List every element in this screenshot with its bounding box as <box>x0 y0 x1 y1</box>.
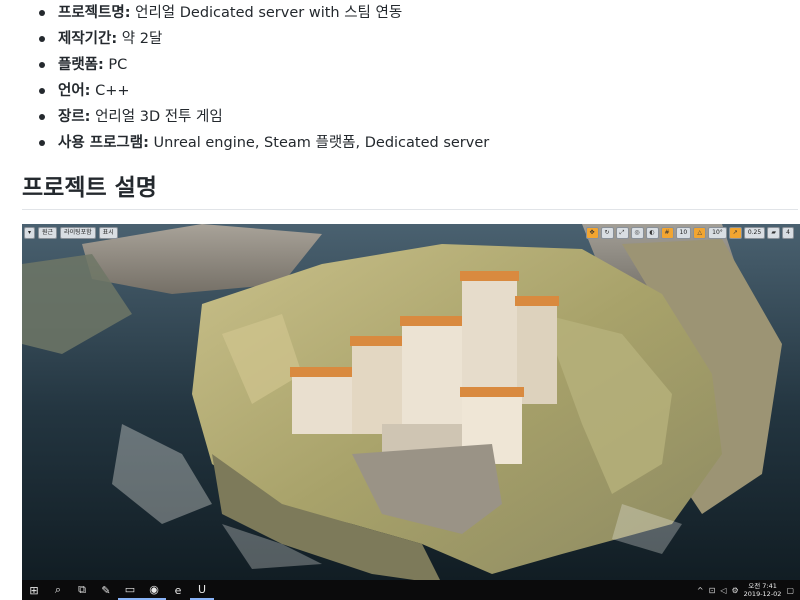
chrome-icon[interactable]: ◉ <box>142 580 166 600</box>
lighting-mode-button[interactable]: 라이팅포함 <box>60 227 96 239</box>
unreal-editor-screenshot: ▾ 원근 라이팅포함 표시 ✥ ↻ ⤢ ◎ ◐ # 10 △ 10° ↗ 0.2… <box>22 224 800 600</box>
viewport-toolbar-right: ✥ ↻ ⤢ ◎ ◐ # 10 △ 10° ↗ 0.25 ▰ 4 <box>585 227 794 239</box>
file-explorer-icon[interactable]: ▭ <box>118 580 142 600</box>
network-icon[interactable]: ⊡ <box>709 586 716 595</box>
start-icon[interactable]: ⊞ <box>22 580 46 600</box>
viewport-menu-button[interactable]: ▾ <box>24 227 36 239</box>
list-item: 장르: 언리얼 3D 전투 게임 <box>39 104 223 130</box>
item-label: 장르: <box>58 109 91 125</box>
item-value: PC <box>103 57 128 73</box>
item-value: Unreal engine, Steam 플랫폼, Dedicated serv… <box>148 135 490 151</box>
edge-icon[interactable]: e <box>166 580 190 600</box>
list-item: 제작기간: 약 2달 <box>38 26 163 52</box>
item-label: 프로젝트명: <box>58 5 131 21</box>
clock-date: 2019-12-02 <box>743 590 782 598</box>
scale-icon[interactable]: ⤢ <box>615 227 629 239</box>
surface-snap-icon[interactable]: ◐ <box>645 227 659 239</box>
volume-icon[interactable]: ◁ <box>720 586 726 595</box>
list-item: 언어: C++ <box>39 78 130 104</box>
item-label: 플랫폼: <box>58 57 104 73</box>
rotation-snap-value[interactable]: 10° <box>708 227 727 239</box>
item-value: 약 2달 <box>117 31 163 47</box>
item-label: 사용 프로그램: <box>58 135 149 151</box>
item-label: 제작기간: <box>58 31 118 47</box>
rotate-icon[interactable]: ↻ <box>600 227 614 239</box>
show-button[interactable]: 표시 <box>98 227 118 239</box>
search-icon[interactable]: ⌕ <box>46 580 70 600</box>
camera-speed-icon[interactable]: ▰ <box>767 227 781 239</box>
scale-snap-icon[interactable]: ↗ <box>728 227 742 239</box>
task-view-icon[interactable]: ⧉ <box>70 580 94 600</box>
item-value: C++ <box>90 83 130 99</box>
list-item: 플랫폼: PC <box>38 52 128 78</box>
clock-time: 오전 7:41 <box>748 582 777 590</box>
list-item: 사용 프로그램: Unreal engine, Steam 플랫폼, Dedic… <box>38 130 490 156</box>
rotation-snap-icon[interactable]: △ <box>693 227 707 239</box>
unreal-icon[interactable]: U <box>190 580 214 600</box>
clock[interactable]: 오전 7:41 2019-12-02 <box>744 582 782 598</box>
item-value: 언리얼 Dedicated server with 스팀 연동 <box>130 5 403 21</box>
chevron-up-icon[interactable]: ^ <box>697 586 704 595</box>
world-local-icon[interactable]: ◎ <box>630 227 644 239</box>
list-item: 프로젝트명: 언리얼 Dedicated server with 스팀 연동 <box>38 0 403 26</box>
item-label: 언어: <box>58 83 91 99</box>
system-tray: ^ ⊡ ◁ ⚙ 오전 7:41 2019-12-02 ▢ <box>697 582 800 598</box>
notification-icon[interactable]: ▢ <box>786 586 794 595</box>
viewport-toolbar-left: ▾ 원근 라이팅포함 표시 <box>24 227 118 239</box>
paint-icon[interactable]: ✎ <box>94 580 118 600</box>
heading-divider <box>22 209 798 210</box>
island-scene <box>22 224 800 600</box>
perspective-button[interactable]: 원근 <box>38 227 58 239</box>
move-icon[interactable]: ✥ <box>585 227 599 239</box>
section-heading: 프로젝트 설명 <box>22 175 157 201</box>
item-value: 언리얼 3D 전투 게임 <box>90 109 223 125</box>
scale-snap-value[interactable]: 0.25 <box>743 227 766 239</box>
grid-snap-value[interactable]: 10 <box>675 227 692 239</box>
camera-speed-value[interactable]: 4 <box>782 227 794 239</box>
grid-snap-icon[interactable]: # <box>660 227 674 239</box>
windows-taskbar: ⊞ ⌕ ⧉ ✎ ▭ ◉ e U ^ ⊡ ◁ ⚙ 오전 7:41 2019-12-… <box>22 580 800 600</box>
settings-icon[interactable]: ⚙ <box>731 586 738 595</box>
